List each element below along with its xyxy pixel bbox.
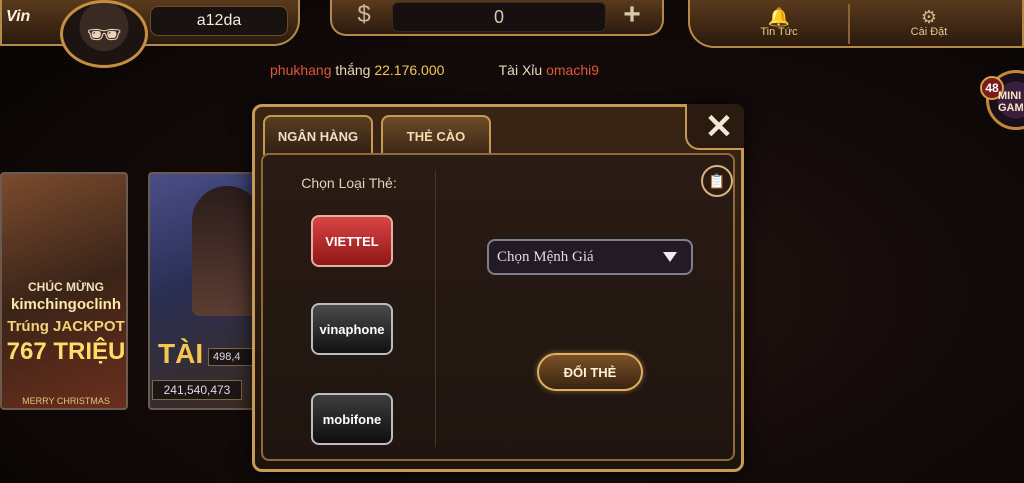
dollar-icon: $	[357, 1, 371, 28]
jackpot-line3: Trúng JACKPOT	[7, 318, 125, 335]
recharge-modal: NGÂN HÀNG THẺ CÀO ✕ Chọn Loại Thẻ: VIETT…	[252, 104, 744, 472]
nav-divider	[848, 4, 850, 44]
news-button[interactable]: 🔔 Tin Tức	[718, 0, 840, 46]
ticker-game: Tài Xỉu	[498, 62, 543, 78]
ticker-next-user: omachi9	[546, 62, 600, 78]
carrier-viettel-button[interactable]: VIETTEL	[311, 215, 393, 267]
jackpot-banner[interactable]: CHÚC MỪNG kimchingoclinh Trúng JACKPOT 7…	[0, 172, 128, 410]
app-logo: Vin	[6, 8, 31, 25]
news-label: Tin Tức	[760, 26, 798, 38]
taixiu-title: TÀI	[158, 338, 204, 369]
carrier-viettel-label: VIETTEL	[325, 233, 379, 249]
mini-game-label: MINI GAME	[998, 90, 1024, 114]
amount-select[interactable]: Chọn Mệnh Giá	[487, 239, 693, 275]
panel-divider	[435, 171, 436, 447]
exchange-card-button[interactable]: ĐỔI THẺ	[537, 353, 643, 391]
balance-value: 0	[392, 2, 606, 32]
username[interactable]: a12da	[150, 6, 288, 36]
bell-icon: 🔔	[767, 7, 791, 27]
chevron-down-icon	[663, 252, 677, 262]
hostess-image	[192, 186, 256, 316]
close-button[interactable]: ✕	[699, 107, 739, 147]
ticker-verb: thắng	[335, 62, 371, 78]
jackpot-line1: CHÚC MỪNG	[28, 280, 104, 294]
carrier-mobifone-label: mobifone	[322, 411, 382, 427]
carrier-vinaphone-label: vinaphone	[319, 321, 385, 337]
avatar[interactable]: 🕶	[60, 0, 148, 68]
settings-label: Cài Đặt	[910, 26, 948, 38]
card-type-label: Chọn Loại Thẻ:	[301, 175, 397, 191]
close-icon: ✕	[704, 108, 734, 146]
jackpot-footer: MERRY CHRISTMAS	[22, 396, 110, 406]
carrier-mobifone-button[interactable]: mobifone	[311, 393, 393, 445]
card-panel: Chọn Loại Thẻ: VIETTEL vinaphone mobifon…	[261, 153, 735, 461]
ticker-amount: 22.176.000	[374, 62, 445, 78]
taixiu-value1: 498,4	[208, 348, 256, 366]
jackpot-line4: 767 TRIỆU	[6, 338, 126, 365]
tab-card[interactable]: THẺ CÀO	[381, 115, 491, 155]
tab-strip: NGÂN HÀNG THẺ CÀO ✕	[255, 104, 744, 157]
win-ticker: phukhang thắng 22.176.000 Tài Xỉu omachi…	[270, 62, 720, 84]
amount-select-label: Chọn Mệnh Giá	[497, 248, 594, 265]
settings-button[interactable]: ⚙ Cài Đặt	[868, 0, 990, 46]
ticker-winner: phukhang	[270, 62, 332, 78]
history-icon[interactable]: 📋	[701, 165, 733, 197]
taixiu-banner[interactable]: TÀI 498,4 241,540,473	[148, 172, 258, 410]
tab-bank[interactable]: NGÂN HÀNG	[263, 115, 373, 155]
top-bar: Vin 🕶 a12da $ 0 + 🔔 Tin Tức ⚙ Cài Đặt	[0, 0, 1024, 68]
gear-icon: ⚙	[920, 7, 938, 27]
jackpot-line2: kimchingoclinh	[10, 296, 121, 313]
taixiu-value2: 241,540,473	[152, 380, 242, 400]
carrier-vinaphone-button[interactable]: vinaphone	[311, 303, 393, 355]
add-money-button[interactable]: +	[612, 0, 652, 32]
